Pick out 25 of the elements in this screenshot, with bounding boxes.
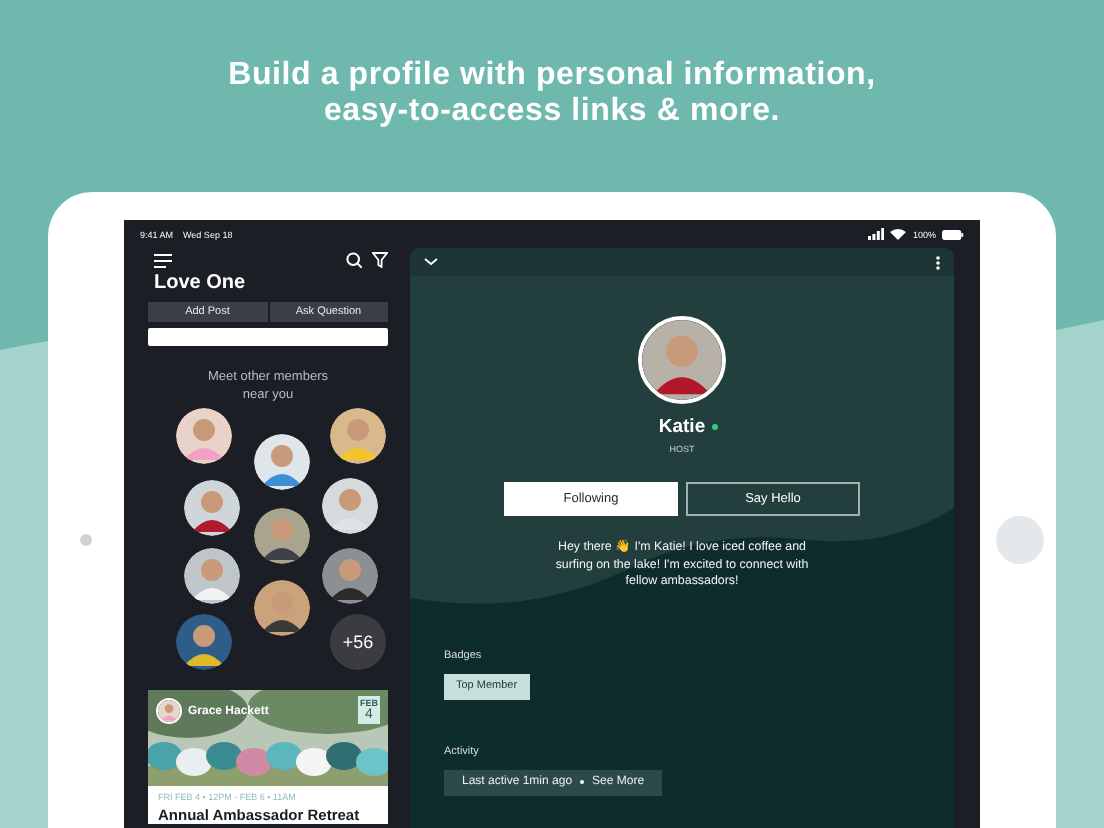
profile-avatar	[638, 316, 726, 404]
more-members-count[interactable]: +56	[330, 614, 386, 670]
camera-dot	[80, 534, 92, 546]
profile-name: Katie	[658, 416, 706, 438]
member-avatar[interactable]	[330, 408, 386, 464]
member-avatar[interactable]	[254, 508, 310, 564]
member-avatar[interactable]	[322, 478, 378, 534]
member-avatar[interactable]	[176, 408, 232, 464]
member-avatar[interactable]	[184, 548, 240, 604]
search-field[interactable]	[148, 328, 388, 346]
member-avatar[interactable]	[322, 548, 378, 604]
member-avatar[interactable]	[254, 434, 310, 490]
member-avatar[interactable]	[184, 480, 240, 536]
collapse-chevron-icon[interactable]	[424, 258, 438, 266]
group-title: Love One	[154, 272, 248, 296]
member-avatar[interactable]	[254, 580, 310, 636]
menu-icon[interactable]	[154, 253, 172, 267]
wifi-icon	[890, 228, 907, 240]
host-avatar	[156, 698, 182, 724]
battery-icon	[942, 229, 964, 239]
signal-icon	[868, 228, 885, 240]
member-avatar[interactable]	[176, 614, 232, 670]
filter-icon[interactable]	[372, 252, 388, 268]
search-icon[interactable]	[346, 252, 362, 268]
headline: Build a profile with personal information, easy-to-access links & more.	[226, 58, 878, 132]
